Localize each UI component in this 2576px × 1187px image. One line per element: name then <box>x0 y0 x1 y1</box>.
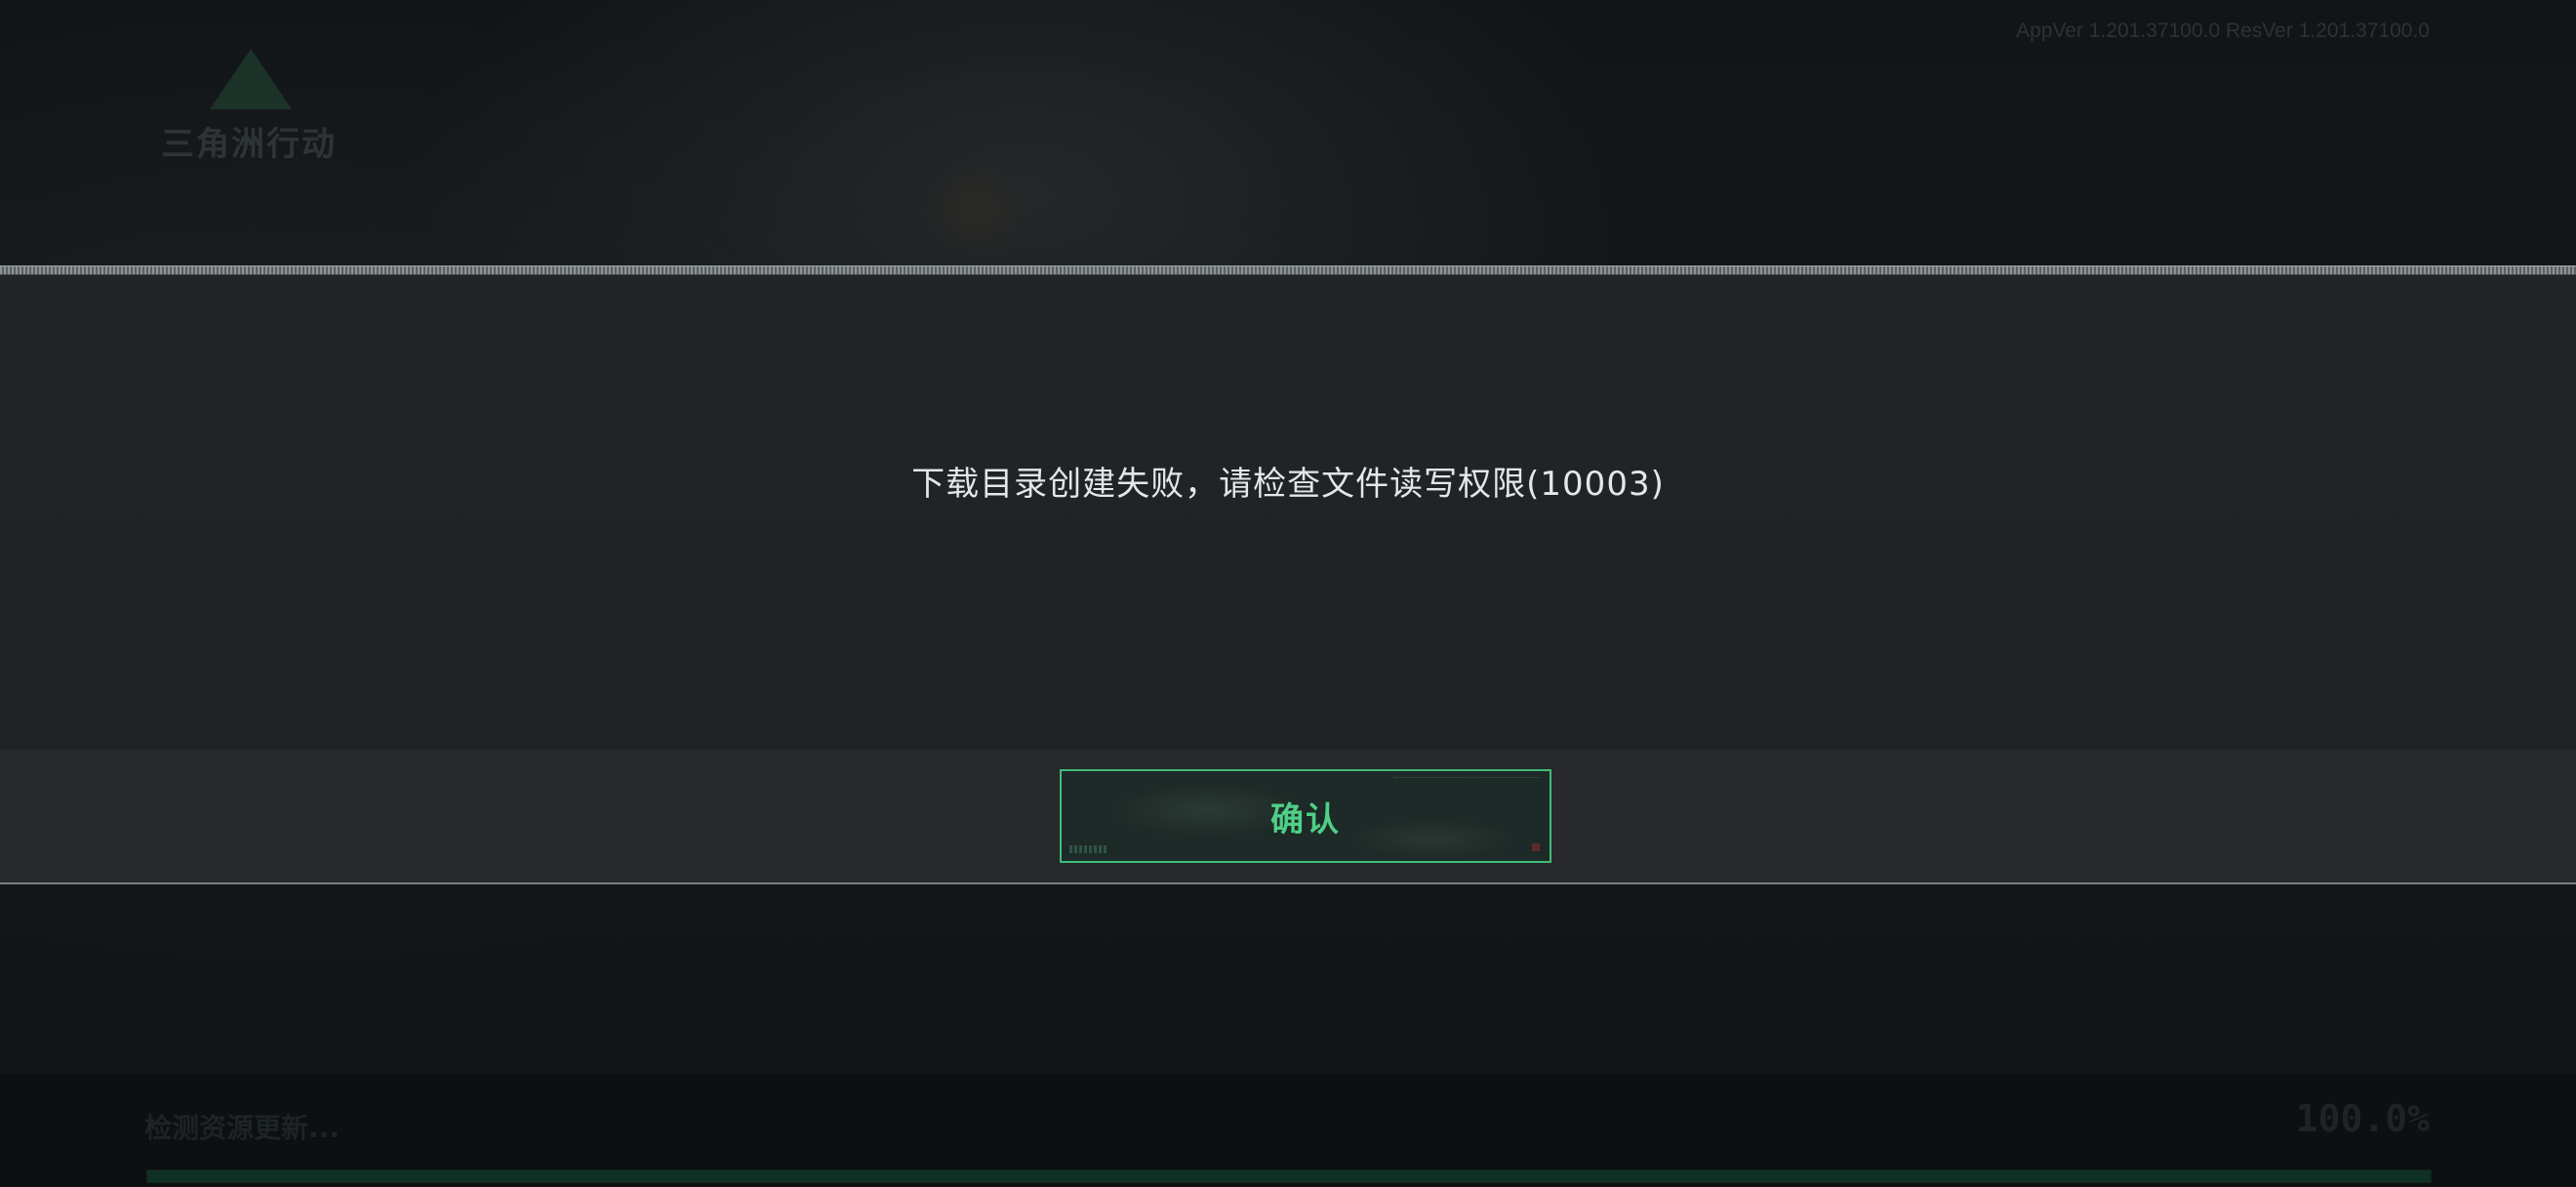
loading-status-text: 检测资源更新... <box>144 1112 340 1144</box>
confirm-button[interactable]: 确认 <box>1060 769 1551 863</box>
loading-progress-fill <box>147 1170 2431 1182</box>
loading-progress-bar <box>146 1169 2432 1183</box>
background-figure <box>917 166 1034 254</box>
game-launcher-screen: 三角洲行动 AppVer 1.201.37100.0 ResVer 1.201.… <box>0 0 2576 1187</box>
error-dialog: 下载目录创建失败，请检查文件读写权限(10003) 确认 <box>0 266 2576 884</box>
dialog-top-border <box>0 266 2576 275</box>
logo-triangle-icon <box>210 49 292 109</box>
logo-text: 三角洲行动 <box>161 125 337 164</box>
confirm-button-label: 确认 <box>1270 799 1341 839</box>
error-message: 下载目录创建失败，请检查文件读写权限(10003) <box>911 465 1665 504</box>
game-logo: 三角洲行动 <box>161 49 335 166</box>
version-label: AppVer 1.201.37100.0 ResVer 1.201.37100.… <box>2016 20 2430 42</box>
dialog-bottom-border <box>0 882 2576 884</box>
loading-percent: 100.0% <box>2295 1097 2430 1140</box>
